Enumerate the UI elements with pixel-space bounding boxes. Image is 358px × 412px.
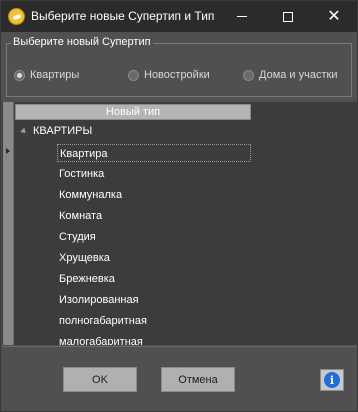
row-header-column[interactable] (3, 102, 14, 345)
type-tree[interactable]: КВАРТИРЫ Квартира Гостинка Коммуналка Ко… (15, 121, 358, 345)
radio-unchecked-icon[interactable] (243, 69, 254, 81)
tree-item[interactable]: Гостинка (57, 165, 104, 183)
ok-button[interactable]: OK (63, 367, 137, 392)
tree-root-label: КВАРТИРЫ (33, 125, 93, 137)
type-grid[interactable]: Новый тип КВАРТИРЫ Квартира Гостинка Ком… (2, 102, 358, 345)
radio-checked-icon[interactable] (14, 69, 25, 81)
column-header-filler (251, 104, 358, 120)
info-button[interactable]: i (320, 369, 344, 391)
radio-doma-i-uchastki[interactable]: Дома и участки (243, 69, 337, 81)
info-icon: i (324, 372, 340, 388)
supertype-group-legend: Выберите новый Супертип (11, 36, 153, 48)
dialog-window: Выберите новые Супертип и Тип ✕ Выберите… (0, 0, 358, 412)
tree-item[interactable]: Комната (57, 207, 102, 225)
tree-item[interactable]: полногабаритная (57, 312, 147, 330)
close-button[interactable]: ✕ (311, 1, 357, 32)
radio-label: Новостройки (144, 69, 210, 81)
radio-kvartiry[interactable]: Квартиры (14, 69, 79, 81)
tree-item[interactable]: Изолированная (57, 291, 139, 309)
tree-item[interactable]: Коммуналка (57, 186, 122, 204)
maximize-button[interactable] (265, 1, 311, 32)
current-row-indicator-icon (6, 148, 10, 154)
app-icon (8, 8, 25, 25)
close-icon: ✕ (327, 7, 341, 25)
tree-item[interactable]: малогабаритная (57, 333, 143, 345)
title-bar[interactable]: Выберите новые Супертип и Тип ✕ (1, 1, 357, 32)
radio-novostroyki[interactable]: Новостройки (128, 69, 210, 81)
expand-triangle-icon[interactable] (20, 127, 28, 135)
tree-item[interactable]: Хрущевка (57, 249, 110, 267)
tree-root-node[interactable]: КВАРТИРЫ (20, 125, 93, 137)
radio-label: Дома и участки (259, 69, 338, 81)
radio-unchecked-icon[interactable] (128, 69, 139, 81)
maximize-icon (283, 11, 293, 22)
tree-item[interactable]: Студия (57, 228, 96, 246)
minimize-icon (237, 16, 247, 17)
minimize-button[interactable] (219, 1, 265, 32)
bottom-divider (1, 346, 357, 347)
cancel-button[interactable]: Отмена (161, 367, 235, 392)
tree-item[interactable]: Квартира (57, 144, 251, 162)
supertype-group: Выберите новый Супертип Квартиры Новостр… (6, 36, 352, 97)
window-title: Выберите новые Супертип и Тип (31, 9, 215, 23)
tree-item[interactable]: Брежневка (57, 270, 115, 288)
radio-label: Квартиры (30, 69, 80, 81)
column-header-new-type[interactable]: Новый тип (15, 104, 251, 120)
